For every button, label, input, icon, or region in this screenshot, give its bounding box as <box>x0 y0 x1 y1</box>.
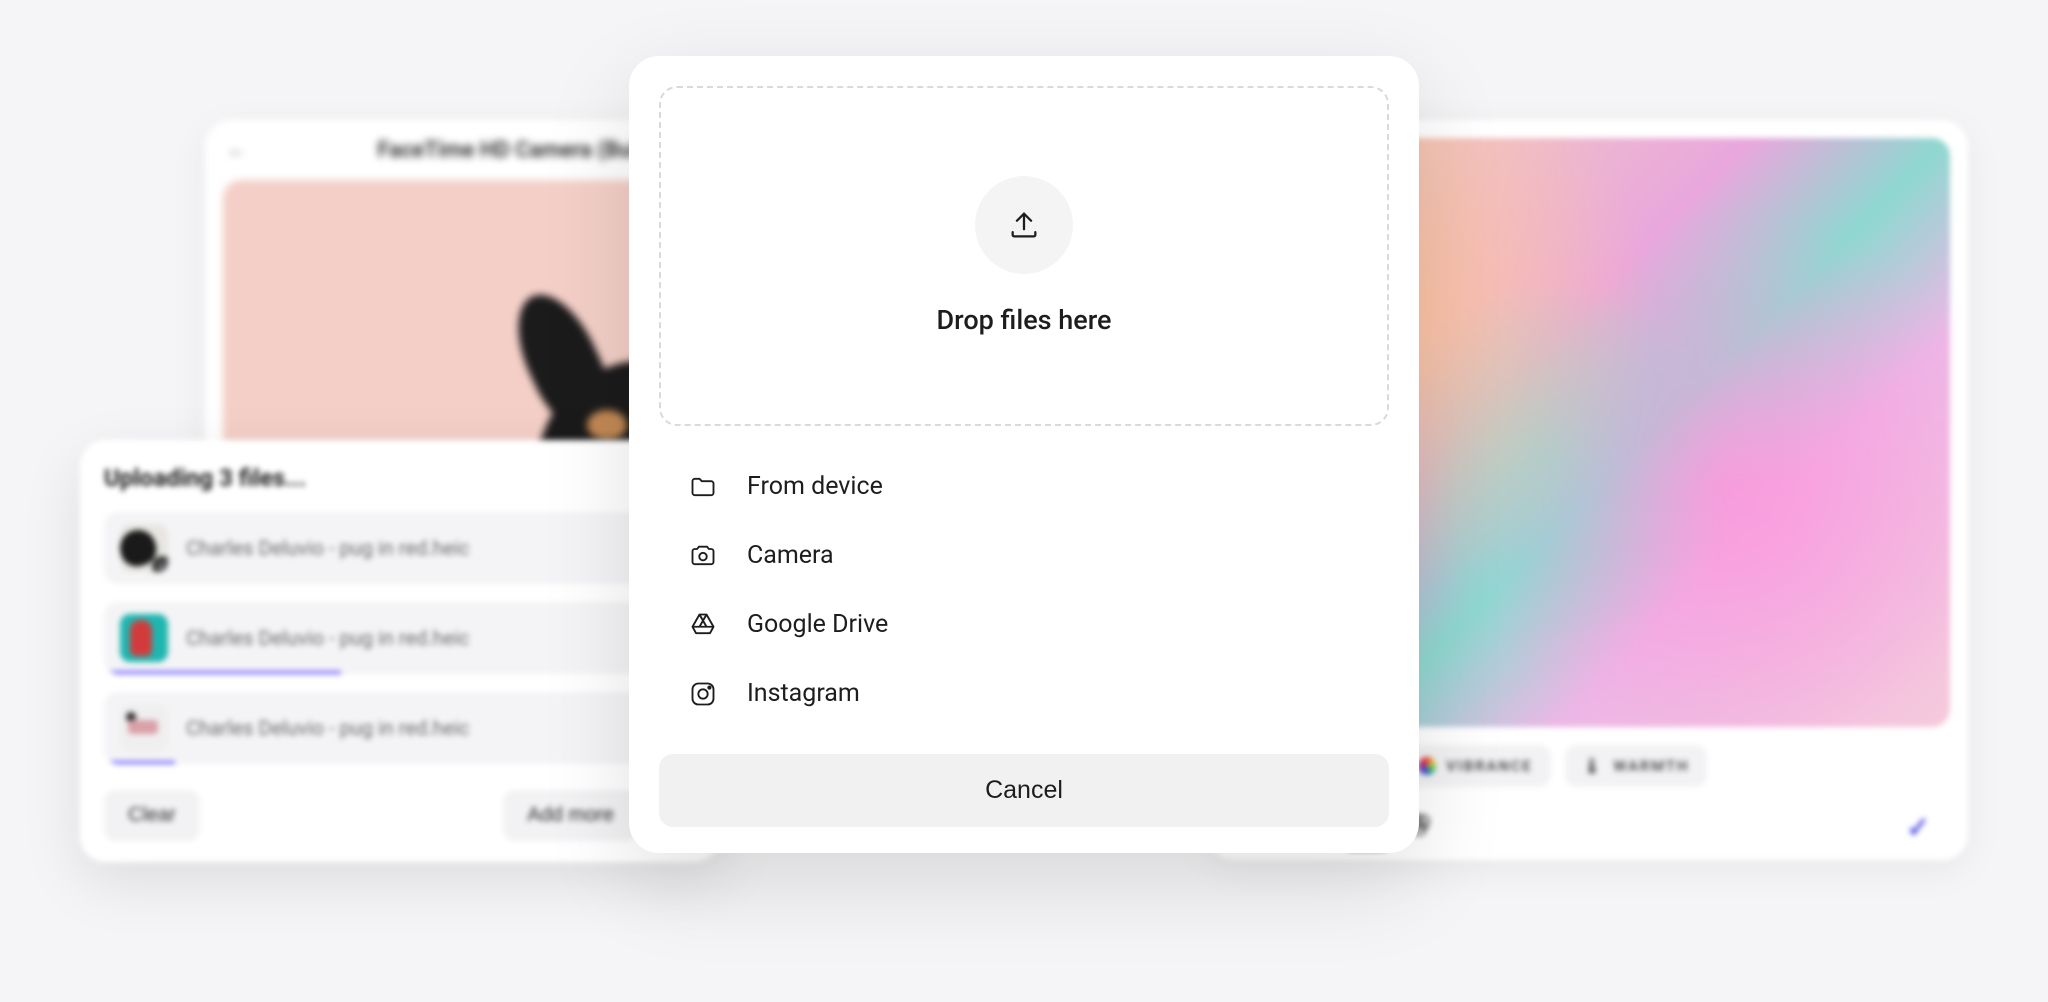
source-camera[interactable]: Camera <box>683 521 1379 590</box>
file-thumbnail: ✓ <box>120 524 168 572</box>
source-google-drive[interactable]: Google Drive <box>683 590 1379 659</box>
back-arrow-icon[interactable]: ← <box>227 138 247 163</box>
confirm-check-icon[interactable]: ✓ <box>1907 811 1930 844</box>
upload-progress-bar <box>104 761 175 764</box>
source-camera-label: Camera <box>747 541 834 570</box>
instagram-icon <box>689 680 717 708</box>
file-name: Charles Deluvio - pug in red.heic <box>186 716 680 740</box>
upload-progress-bar <box>104 671 341 674</box>
chip-vibrance-label: VIBRANCE <box>1446 757 1532 775</box>
chip-vibrance[interactable]: VIBRANCE <box>1400 745 1550 787</box>
success-badge-icon: ✓ <box>152 556 168 572</box>
upload-row[interactable]: ✓ Charles Deluvio - pug in red.heic ✎ <box>104 512 696 584</box>
file-name: Charles Deluvio - pug in red.heic <box>186 626 680 650</box>
chip-warmth[interactable]: 🌡 WARMTH <box>1565 745 1708 787</box>
camera-title: FaceTime HD Camera (Buil <box>377 138 642 163</box>
file-name: Charles Deluvio - pug in red.heic <box>186 536 645 560</box>
file-source-picker: Drop files here From device Camera <box>629 56 1419 853</box>
upload-progress-card: Uploading 3 files... ✓ Charles Deluvio -… <box>80 440 720 862</box>
cancel-button[interactable]: Cancel <box>659 754 1389 827</box>
chip-warmth-label: WARMTH <box>1613 757 1689 775</box>
vibrance-icon <box>1418 757 1436 775</box>
dropzone[interactable]: Drop files here <box>659 86 1389 426</box>
source-instagram[interactable]: Instagram <box>683 659 1379 728</box>
camera-icon <box>689 542 717 570</box>
file-thumbnail <box>120 614 168 662</box>
thermometer-icon: 🌡 <box>1583 757 1604 775</box>
file-thumbnail <box>120 704 168 752</box>
google-drive-icon <box>689 611 717 639</box>
dropzone-label: Drop files here <box>937 304 1112 336</box>
upload-row[interactable]: Charles Deluvio - pug in red.heic <box>104 692 696 764</box>
source-from-device-label: From device <box>747 472 883 501</box>
add-more-button[interactable]: Add more <box>503 790 638 841</box>
upload-row[interactable]: Charles Deluvio - pug in red.heic <box>104 602 696 674</box>
source-from-device[interactable]: From device <box>683 452 1379 521</box>
source-google-drive-label: Google Drive <box>747 610 888 639</box>
clear-button[interactable]: Clear <box>104 790 200 841</box>
upload-icon <box>975 176 1073 274</box>
upload-title: Uploading 3 files... <box>104 464 696 492</box>
folder-icon <box>689 473 717 501</box>
source-instagram-label: Instagram <box>747 679 860 708</box>
